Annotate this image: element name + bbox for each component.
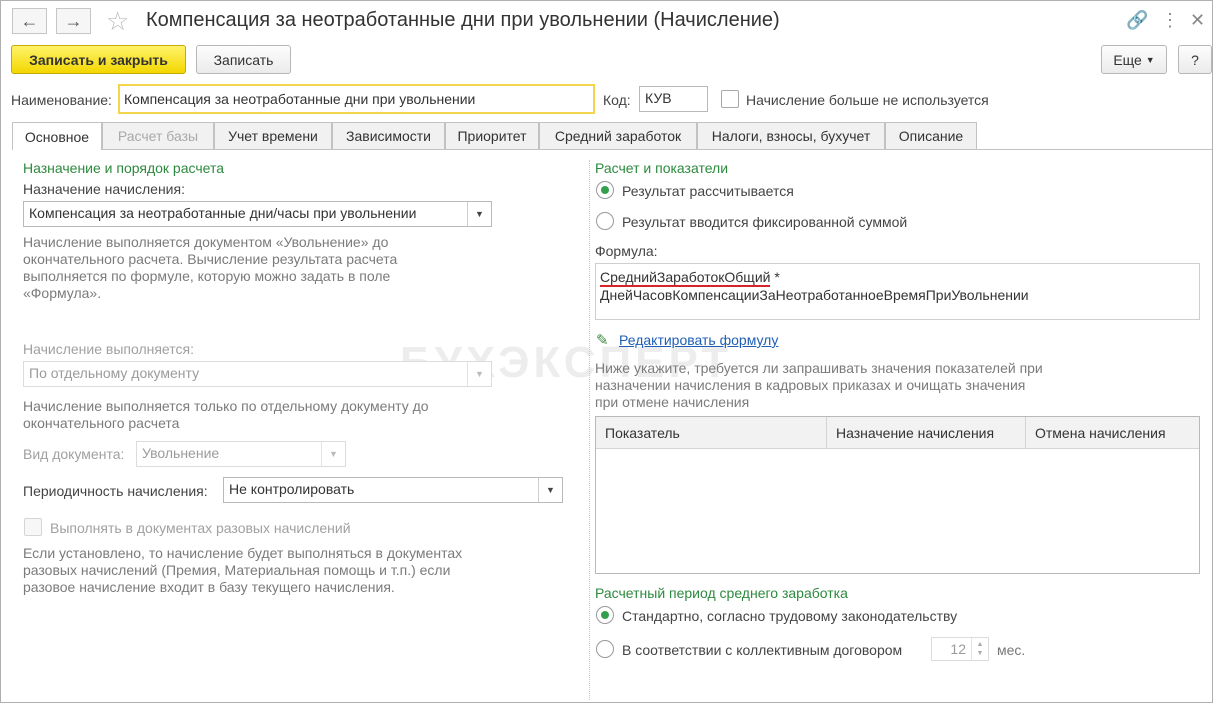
tab-time-accounting[interactable]: Учет времени — [214, 122, 332, 149]
right-section-title: Расчет и показатели — [595, 160, 729, 176]
help-button[interactable]: ? — [1178, 45, 1212, 74]
oneoff-note: Если установлено, то начисление будет вы… — [23, 545, 463, 595]
chevron-down-icon: ▼ — [321, 442, 345, 466]
link-icon[interactable]: 🔗 — [1126, 10, 1148, 31]
save-and-close-button[interactable]: Записать и закрыть — [11, 45, 186, 74]
name-label: Наименование: — [11, 92, 112, 108]
purpose-label: Назначение начисления: — [23, 181, 185, 197]
purpose-note: Начисление выполняется документом «Уволь… — [23, 234, 398, 301]
chevron-down-icon[interactable]: ▼ — [467, 202, 491, 226]
periodicity-label: Периодичность начисления: — [23, 483, 208, 499]
formula-label: Формула: — [595, 243, 658, 259]
performed-note: Начисление выполняется только по отдельн… — [23, 398, 429, 431]
back-button[interactable]: ← — [12, 8, 47, 34]
periodicity-select[interactable]: Не контролировать ▼ — [223, 477, 563, 503]
chevron-down-icon: ▼ — [467, 362, 491, 386]
window-title: Компенсация за неотработанные дни при ув… — [146, 9, 780, 31]
column-separator — [589, 160, 590, 700]
radio-calculated-label: Результат рассчитывается — [622, 183, 794, 199]
more-vertical-icon[interactable]: ⋮ — [1161, 10, 1179, 31]
name-input[interactable]: Компенсация за неотработанные дни при ув… — [118, 84, 595, 114]
formula-field[interactable]: СреднийЗаработокОбщий * ДнейЧасовКомпенс… — [595, 263, 1200, 320]
radio-standard-label: Стандартно, согласно трудовому законодат… — [622, 608, 958, 624]
indicators-note: Ниже укажите, требуется ли запрашивать з… — [595, 360, 1043, 410]
tab-main[interactable]: Основное — [12, 122, 102, 150]
performed-label: Начисление выполняется: — [23, 341, 194, 357]
doc-type-label: Вид документа: — [23, 446, 125, 462]
doc-type-select: Увольнение ▼ — [136, 441, 346, 467]
spinner-arrows-icon: ▲ ▼ — [971, 638, 988, 660]
avg-section-title: Расчетный период среднего заработка — [595, 585, 848, 601]
performed-select: По отдельному документу ▼ — [23, 361, 492, 387]
tab-base-calculation[interactable]: Расчет базы — [102, 122, 214, 149]
performed-value: По отдельному документу — [29, 365, 200, 381]
forward-button[interactable]: → — [56, 8, 91, 34]
edit-formula-link[interactable]: Редактировать формулу — [619, 332, 778, 348]
oneoff-checkbox — [24, 518, 42, 536]
arrow-left-icon: ← — [20, 10, 39, 31]
oneoff-label: Выполнять в документах разовых начислени… — [50, 520, 351, 536]
tab-taxes[interactable]: Налоги, взносы, бухучет — [697, 122, 885, 149]
periodicity-value: Не контролировать — [229, 481, 355, 497]
pencil-icon: ✎ — [596, 332, 609, 349]
tab-description[interactable]: Описание — [885, 122, 977, 149]
radio-standard[interactable] — [596, 606, 614, 624]
column-header-assignment[interactable]: Назначение начисления — [827, 417, 1026, 448]
months-unit: мес. — [997, 642, 1026, 658]
tab-average-earnings[interactable]: Средний заработок — [539, 122, 697, 149]
chevron-down-icon: ▼ — [1145, 54, 1155, 65]
table-header: Показатель Назначение начисления Отмена … — [596, 417, 1199, 449]
purpose-value: Компенсация за неотработанные дни/часы п… — [29, 205, 417, 221]
more-button[interactable]: Еще ▼ — [1101, 45, 1167, 74]
code-input[interactable]: КУВ — [639, 86, 708, 112]
months-value: 12 — [950, 641, 966, 657]
arrow-right-icon: → — [64, 10, 83, 31]
save-button[interactable]: Записать — [196, 45, 291, 74]
doc-type-value: Увольнение — [142, 445, 220, 461]
radio-fixed-label: Результат вводится фиксированной суммой — [622, 214, 908, 230]
radio-calculated[interactable] — [596, 181, 614, 199]
not-used-label: Начисление больше не используется — [746, 92, 989, 108]
column-header-cancel[interactable]: Отмена начисления — [1026, 417, 1199, 448]
column-header-indicator[interactable]: Показатель — [596, 417, 827, 448]
formula-highlight: СреднийЗаработокОбщий — [600, 269, 771, 287]
tab-dependencies[interactable]: Зависимости — [332, 122, 445, 149]
purpose-select[interactable]: Компенсация за неотработанные дни/часы п… — [23, 201, 492, 227]
radio-collective[interactable] — [596, 640, 614, 658]
left-section-title: Назначение и порядок расчета — [23, 160, 225, 176]
tab-priority[interactable]: Приоритет — [445, 122, 539, 149]
more-label: Еще — [1113, 51, 1142, 68]
chevron-down-icon[interactable]: ▼ — [538, 478, 562, 502]
code-label: Код: — [603, 92, 631, 108]
formula-operator: * — [770, 269, 780, 285]
months-input: 12 ▲ ▼ — [931, 637, 989, 661]
formula-line2: ДнейЧасовКомпенсацииЗаНеотработанноеВрем… — [600, 287, 1029, 303]
tab-divider — [12, 149, 1212, 150]
radio-fixed[interactable] — [596, 212, 614, 230]
indicators-table[interactable]: Показатель Назначение начисления Отмена … — [595, 416, 1200, 574]
star-icon[interactable]: ☆ — [106, 6, 129, 37]
not-used-checkbox[interactable] — [721, 90, 739, 108]
close-icon[interactable]: ✕ — [1190, 10, 1205, 31]
radio-collective-label: В соответствии с коллективным договором — [622, 642, 903, 658]
